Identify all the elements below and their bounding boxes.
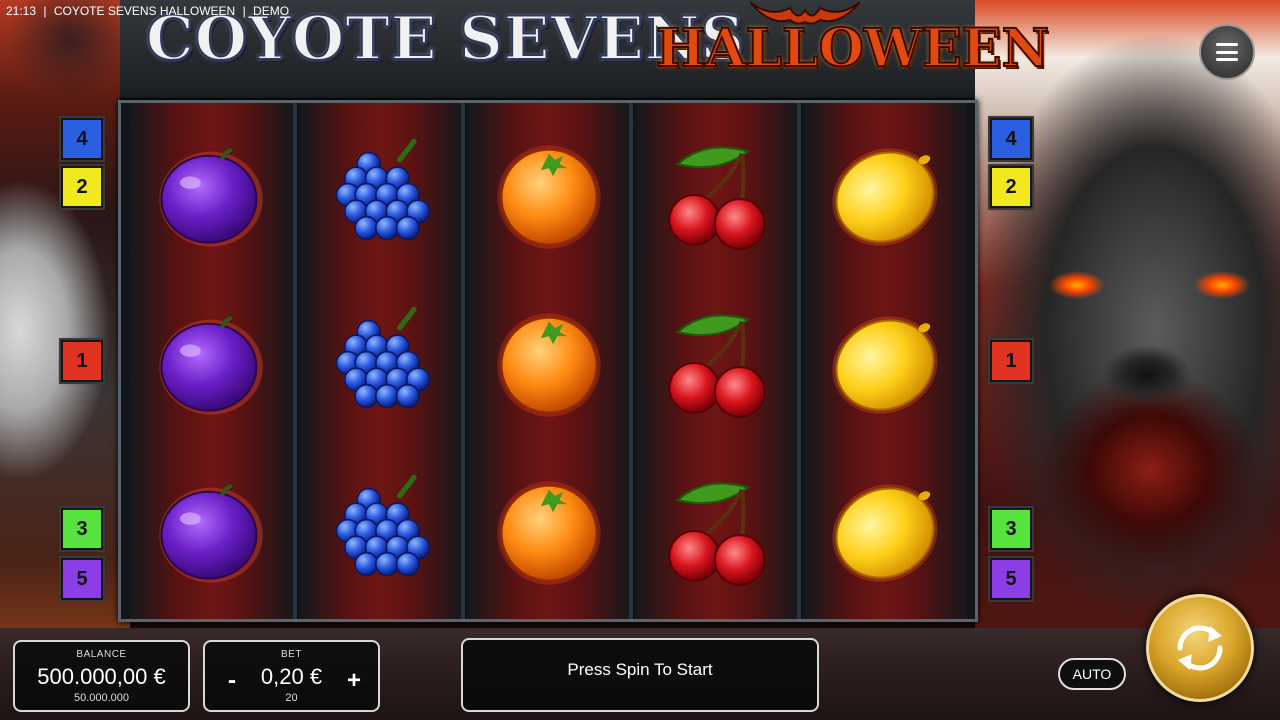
balance-value: 500.000,00 € [37,664,166,689]
payline-right-5: 5 [988,556,1034,602]
game-subtitle: HALLOWEEN [655,17,1050,80]
balance-panel: BALANCE 500.000,00 € 50.000.000 [13,640,190,712]
spin-button[interactable] [1146,594,1254,702]
spin-arrows-icon [1177,625,1223,671]
payline-right-4: 4 [988,116,1034,162]
status-mode: DEMO [253,4,290,18]
clock: 21:13 [6,4,37,18]
payline-right-1: 1 [988,338,1034,384]
payline-left-2: 2 [59,164,105,210]
plum-symbol [149,301,273,425]
cherries-symbol [655,469,779,593]
payline-left-1: 1 [59,338,105,384]
orange-symbol [487,133,611,257]
hamburger-menu-icon [1216,43,1238,61]
payline-left-5: 5 [59,556,105,602]
reel-divider [461,103,465,619]
orange-symbol [487,301,611,425]
cherries-symbol [655,133,779,257]
status-separator: | [242,4,246,18]
auto-spin-button[interactable]: AUTO [1058,658,1126,690]
grapes-symbol [319,301,443,425]
status-bar: 21:13 | COYOTE SEVENS HALLOWEEN | DEMO [6,4,293,18]
bet-panel: BET - 0,20 € + 20 [203,640,380,712]
bet-increase-button[interactable]: + [341,667,367,694]
status-separator: | [43,4,47,18]
bet-lines: 20 [285,692,298,704]
reel-area [118,100,978,622]
message-box: Press Spin To Start [461,638,819,712]
balance-label: BALANCE [76,649,127,660]
plum-symbol [149,469,273,593]
bet-label: BET [281,649,302,660]
menu-button[interactable] [1199,24,1255,80]
payline-right-2: 2 [988,164,1034,210]
payline-left-4: 4 [59,116,105,162]
plum-symbol [149,133,273,257]
balance-credits: 50.000.000 [73,692,130,704]
orange-symbol [487,469,611,593]
lemon-symbol [823,133,947,257]
grapes-symbol [319,469,443,593]
status-game-name: COYOTE SEVENS HALLOWEEN [53,4,236,18]
payline-left-3: 3 [59,506,105,552]
lemon-symbol [823,301,947,425]
reel-divider [293,103,297,619]
reel-divider [629,103,633,619]
payline-right-3: 3 [988,506,1034,552]
lemon-symbol [823,469,947,593]
message-text: Press Spin To Start [567,660,713,679]
grapes-symbol [319,133,443,257]
reel-divider [797,103,801,619]
cherries-symbol [655,301,779,425]
